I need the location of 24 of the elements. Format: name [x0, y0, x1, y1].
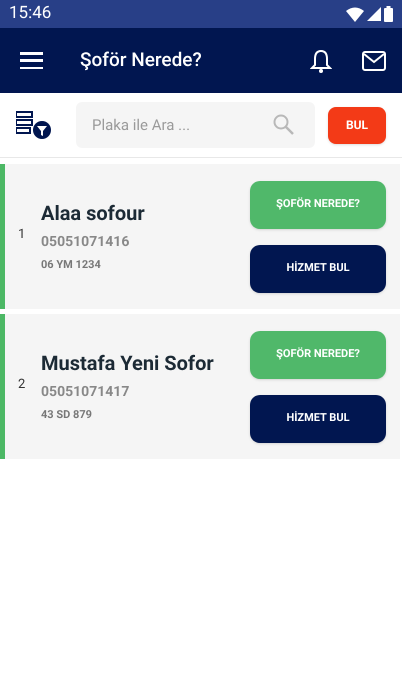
locate-driver-button[interactable]: ŞOFÖR NEREDE? [250, 330, 386, 378]
find-service-button[interactable]: HİZMET BUL [250, 394, 386, 442]
mail-icon[interactable] [362, 50, 386, 70]
find-service-button[interactable]: HİZMET BUL [250, 244, 386, 292]
list-filter-icon[interactable] [16, 110, 52, 140]
driver-phone: 05051071416 [41, 232, 130, 252]
driver-name: Alaa sofour [41, 200, 146, 226]
row-number: 1 [17, 226, 26, 244]
signal-icon [367, 7, 381, 21]
driver-phone: 05051071417 [41, 382, 130, 402]
row-number: 2 [17, 376, 26, 394]
driver-name: Mustafa Yeni Sofor [41, 350, 215, 376]
bell-icon[interactable] [310, 48, 332, 72]
driver-plate: 06 YM 1234 [41, 256, 102, 273]
wifi-icon [346, 6, 364, 22]
search-field[interactable]: Plaka ile Ara ... [76, 102, 315, 148]
search-icon [273, 114, 294, 135]
battery-icon [384, 6, 393, 22]
find-button[interactable]: BUL [328, 106, 386, 144]
app-title: Şoför Nerede? [80, 47, 203, 74]
driver-plate: 43 SD 879 [41, 406, 93, 423]
locate-driver-button[interactable]: ŞOFÖR NEREDE? [250, 180, 386, 228]
menu-icon[interactable] [20, 52, 43, 69]
status-time: 15:46 [9, 2, 52, 26]
